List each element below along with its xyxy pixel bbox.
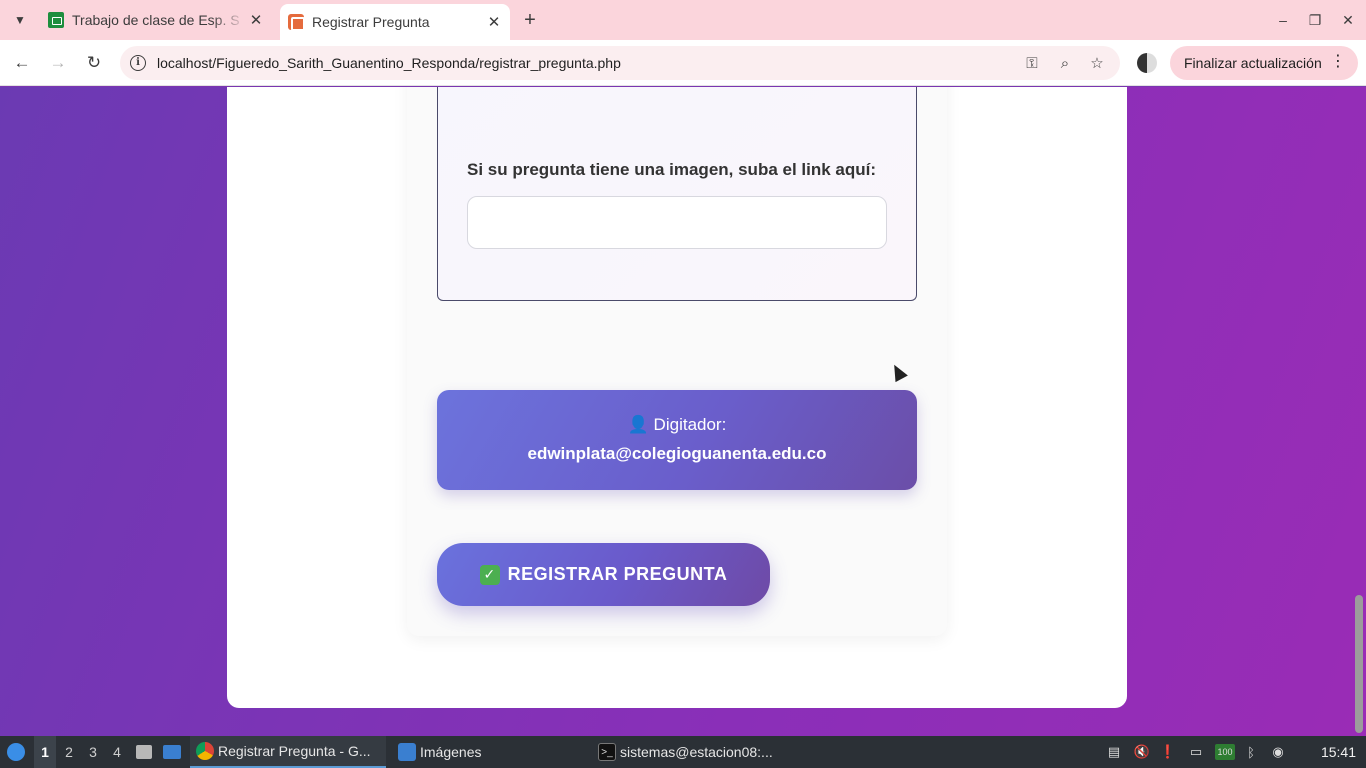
folder-icon: [398, 743, 416, 761]
tab-registrar-pregunta[interactable]: Registrar Pregunta ✕: [280, 4, 510, 40]
question-form-card: Si su pregunta tiene una imagen, suba el…: [407, 87, 947, 636]
password-key-icon[interactable]: ⚿: [1022, 53, 1042, 73]
taskbar-app-imagenes[interactable]: Imágenes: [392, 736, 588, 768]
finish-update-button[interactable]: Finalizar actualización ⋮: [1170, 46, 1358, 80]
close-tab-icon[interactable]: ✕: [484, 12, 504, 32]
browser-tab-bar: ▼ Trabajo de clase de Esp. S ✕ Registrar…: [0, 0, 1366, 40]
register-question-button[interactable]: ✓ REGISTRAR PREGUNTA: [437, 543, 770, 606]
update-button-label: Finalizar actualización: [1184, 55, 1322, 71]
image-link-label: Si su pregunta tiene una imagen, suba el…: [467, 160, 877, 179]
taskbar-clock[interactable]: 15:41: [1321, 736, 1356, 768]
browser-toolbar: ← → ↻ i localhost/Figueredo_Sarith_Guane…: [0, 40, 1366, 86]
battery-icon[interactable]: 100: [1215, 744, 1235, 760]
address-bar[interactable]: i localhost/Figueredo_Sarith_Guanentino_…: [120, 46, 1120, 80]
taskbar-app-label: Imágenes: [420, 744, 482, 760]
scrollbar-thumb[interactable]: [1355, 595, 1363, 733]
taskbar-app-chrome[interactable]: Registrar Pregunta - G...: [190, 736, 386, 768]
workspace-1[interactable]: 1: [34, 736, 56, 768]
workspace-3[interactable]: 3: [82, 736, 104, 768]
taskbar-app-label: Registrar Pregunta - G...: [218, 743, 371, 759]
tab-title: Trabajo de clase de Esp. S: [72, 12, 240, 28]
tab-title: Registrar Pregunta: [312, 14, 430, 30]
bookmark-star-icon[interactable]: ☆: [1087, 53, 1107, 73]
notification-icon[interactable]: ❗: [1160, 744, 1176, 760]
mute-speaker-icon[interactable]: 🔇: [1134, 744, 1150, 760]
terminal-icon: >_: [598, 743, 616, 761]
start-menu-icon[interactable]: [4, 736, 28, 768]
xampp-icon: [288, 14, 305, 31]
page-scrollbar[interactable]: [1352, 87, 1366, 736]
display-icon[interactable]: ▭: [1188, 744, 1204, 760]
workspace-4[interactable]: 4: [106, 736, 128, 768]
digitador-label: 👤 Digitador:: [627, 415, 727, 434]
menu-kebab-icon[interactable]: ⋮: [1330, 54, 1346, 70]
image-link-input[interactable]: [467, 196, 887, 249]
restore-icon[interactable]: ❐: [1303, 8, 1327, 32]
new-tab-plus-icon[interactable]: +: [518, 8, 542, 32]
tab-search-chevron-icon[interactable]: ▼: [8, 8, 32, 32]
reload-icon[interactable]: ↻: [82, 51, 106, 75]
page-viewport: Si su pregunta tiene una imagen, suba el…: [0, 87, 1366, 736]
file-manager-launcher-icon[interactable]: [134, 736, 154, 768]
network-icon[interactable]: ◉: [1270, 744, 1286, 760]
tab-trabajo-de-clase[interactable]: Trabajo de clase de Esp. S ✕: [40, 0, 272, 40]
forward-arrow-icon[interactable]: →: [46, 51, 70, 75]
chrome-icon: [196, 742, 214, 760]
google-classroom-icon: [48, 12, 64, 28]
desktop-taskbar: 1 2 3 4 Registrar Pregunta - G... Imágen…: [0, 736, 1366, 768]
close-window-icon[interactable]: ✕: [1336, 8, 1360, 32]
bluetooth-icon[interactable]: ᛒ: [1243, 744, 1259, 760]
minimize-icon[interactable]: –: [1271, 8, 1295, 32]
close-tab-icon[interactable]: ✕: [246, 10, 266, 30]
clipboard-tray-icon[interactable]: ▤: [1106, 744, 1122, 760]
register-question-label: REGISTRAR PREGUNTA: [507, 564, 728, 584]
question-section-box: Si su pregunta tiene una imagen, suba el…: [437, 87, 917, 301]
taskbar-app-label: sistemas@estacion08:...: [620, 744, 773, 760]
url-text[interactable]: localhost/Figueredo_Sarith_Guanentino_Re…: [157, 55, 621, 71]
profile-avatar[interactable]: [1137, 53, 1157, 73]
site-info-icon[interactable]: i: [130, 55, 146, 71]
back-arrow-icon[interactable]: ←: [10, 51, 34, 75]
zoom-icon[interactable]: ⌕: [1055, 53, 1075, 73]
show-desktop-icon[interactable]: [162, 736, 182, 768]
page-container: Si su pregunta tiene una imagen, suba el…: [227, 87, 1127, 708]
digitador-info-box: 👤 Digitador: edwinplata@colegioguanenta.…: [437, 390, 917, 490]
checkmark-icon: ✓: [479, 564, 500, 585]
taskbar-app-terminal[interactable]: >_ sistemas@estacion08:...: [592, 736, 788, 768]
workspace-2[interactable]: 2: [58, 736, 80, 768]
digitador-email: edwinplata@colegioguanenta.edu.co: [527, 444, 827, 463]
